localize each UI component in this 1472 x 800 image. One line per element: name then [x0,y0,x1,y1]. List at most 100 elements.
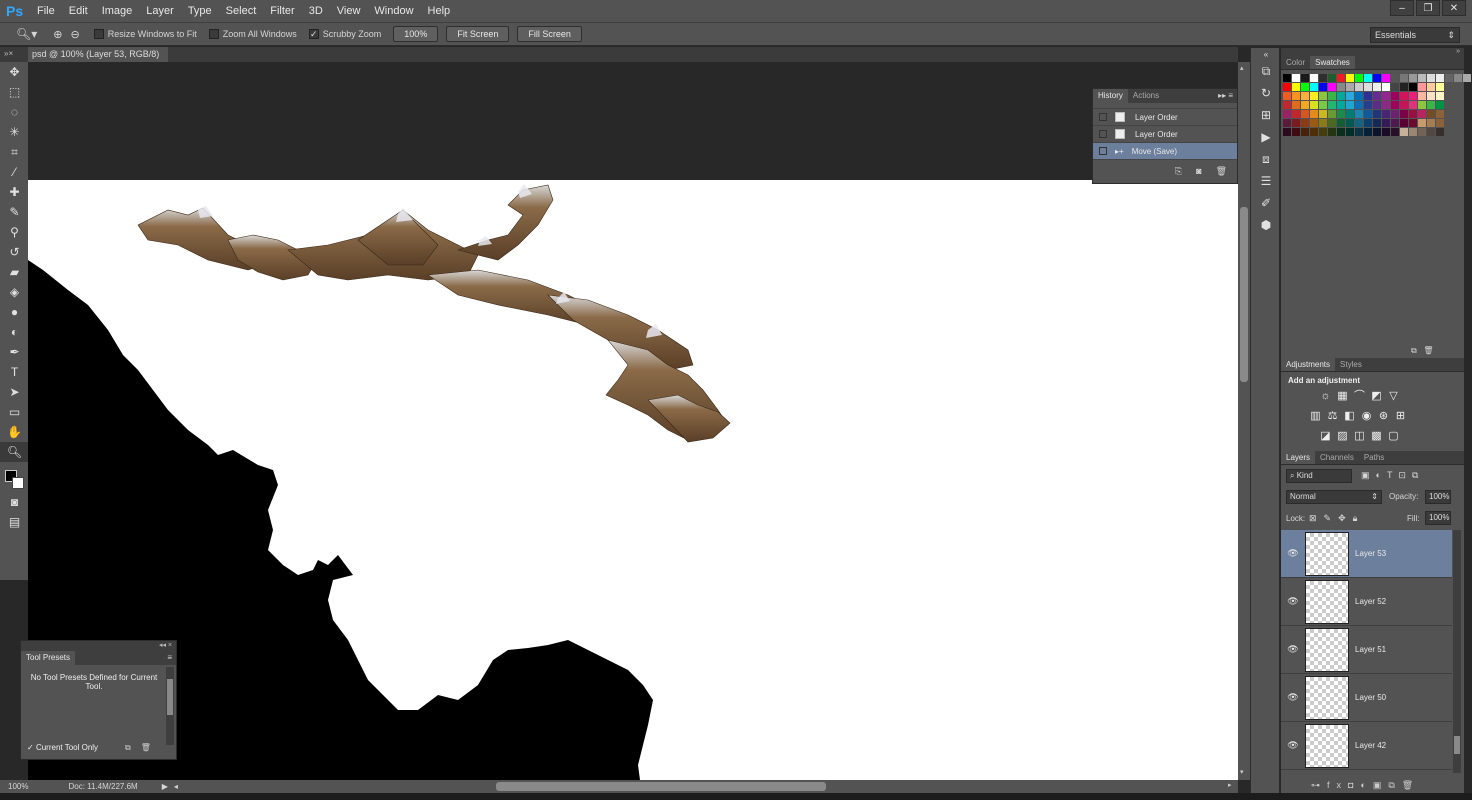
color-swatch[interactable] [1337,92,1345,100]
color-swatch[interactable] [1400,110,1408,118]
layer-filter-icons[interactable]: ▣◐T⊡⧉ [1361,470,1424,481]
tab-adjustments[interactable]: Adjustments [1281,358,1336,371]
layers-scroll-thumb[interactable] [1454,736,1460,754]
color-swatch[interactable] [1436,110,1444,118]
layer-row[interactable]: 👁︎ Layer 53 [1281,530,1452,578]
history-snapshot-checkbox[interactable] [1099,130,1107,138]
color-balance-icon[interactable]: ⚖ [1326,410,1339,423]
color-swatch[interactable] [1373,92,1381,100]
brush-tool-icon[interactable]: ✎ [0,202,29,222]
menu-layer[interactable]: Layer [139,5,181,17]
tab-channels[interactable]: Channels [1315,451,1359,464]
scrubby-zoom-option[interactable]: ✓ Scrubby Zoom [308,29,381,39]
new-document-from-state-icon[interactable]: ⎘ [1175,166,1182,177]
color-swatch[interactable] [1301,74,1309,82]
color-swatch[interactable] [1382,74,1390,82]
color-swatch[interactable] [1337,128,1345,136]
color-swatch[interactable] [1373,74,1381,82]
lock-icons[interactable]: ⊠✎✥🔒︎ [1309,513,1364,524]
document-canvas[interactable] [28,180,1238,780]
collapse-icon[interactable]: « [1251,48,1281,60]
zoom-all-option[interactable]: Zoom All Windows [208,29,297,39]
visibility-eye-icon[interactable]: 👁︎ [1281,596,1305,607]
exposure-icon[interactable]: ◩ [1370,390,1383,403]
color-swatch[interactable] [1409,101,1417,109]
move-tool-icon[interactable]: ✥ [0,62,29,82]
tab-tool-presets[interactable]: Tool Presets [21,651,76,665]
menu-3d[interactable]: 3D [302,5,330,17]
color-swatch[interactable] [1301,119,1309,127]
color-swatch[interactable] [1328,83,1336,91]
color-swatch[interactable] [1364,101,1372,109]
color-swatch[interactable] [1328,128,1336,136]
color-swatch[interactable] [1292,83,1300,91]
posterize-icon[interactable]: ▨ [1336,430,1349,443]
color-swatch[interactable] [1337,110,1345,118]
zoom-level[interactable]: 100% [8,782,28,791]
lasso-tool-icon[interactable]: ◌ [0,102,29,122]
tab-color[interactable]: Color [1281,56,1310,69]
color-swatch[interactable] [1310,119,1318,127]
color-swatch[interactable] [1409,83,1417,91]
color-swatch[interactable] [1283,119,1291,127]
fit-screen-button[interactable]: Fit Screen [446,26,510,42]
color-swatch[interactable] [1382,128,1390,136]
screen-mode-icon[interactable]: ▤ [0,512,29,532]
type-tool-icon[interactable]: T [0,362,29,382]
color-swatch[interactable] [1364,92,1372,100]
dodge-tool-icon[interactable]: ◐ [0,322,29,342]
snapshot-camera-icon[interactable]: ◙ [1196,166,1201,177]
color-swatch[interactable] [1328,110,1336,118]
color-swatch[interactable] [1391,128,1399,136]
history-panel-icon[interactable]: ⧉ [1251,60,1281,82]
color-swatch[interactable] [1382,119,1390,127]
current-tool-only-option[interactable]: ✓ Current Tool Only [27,743,98,752]
tab-layers[interactable]: Layers [1281,451,1316,464]
layer-row[interactable]: 👁︎ Layer 51 [1281,626,1452,674]
color-swatch[interactable] [1355,74,1363,82]
color-swatch[interactable] [1391,74,1399,82]
actions-panel-icon[interactable]: ▶ [1251,126,1281,148]
presets-collapse-icon[interactable]: ◂◂ × [21,641,176,651]
scroll-left-icon[interactable]: ◂ [174,782,178,791]
minimize-button[interactable]: – [1390,0,1414,16]
history-row[interactable]: ▸+ Move (Save) [1093,143,1237,160]
color-swatch[interactable] [1409,119,1417,127]
menu-select[interactable]: Select [219,5,264,17]
color-swatch[interactable] [1283,101,1291,109]
navigator-panel-icon[interactable]: ⊞ [1251,104,1281,126]
pen-tool-icon[interactable]: ✒ [0,342,29,362]
color-swatch[interactable] [1310,101,1318,109]
new-swatch-icon[interactable]: ⧉ 🗑︎ [1411,346,1434,356]
color-swatch[interactable] [1418,83,1426,91]
layer-filter-kind[interactable]: ⌕ Kind [1286,469,1352,483]
color-swatch[interactable] [1382,101,1390,109]
invert-icon[interactable]: ◪ [1319,430,1332,443]
presets-scrollbar[interactable] [166,667,174,745]
color-swatch[interactable] [1427,110,1435,118]
color-swatch[interactable] [1319,101,1327,109]
color-swatch[interactable] [1418,101,1426,109]
opacity-input[interactable]: 100% [1425,490,1451,504]
color-swatch[interactable] [1292,92,1300,100]
color-swatch[interactable] [1283,128,1291,136]
color-swatch[interactable] [1328,101,1336,109]
color-swatch[interactable] [1445,74,1453,82]
color-swatch[interactable] [1391,110,1399,118]
color-swatch[interactable] [1418,110,1426,118]
history-snapshot-checkbox[interactable] [1099,147,1107,155]
color-swatch[interactable] [1292,101,1300,109]
checkbox-check-icon[interactable]: ✓ [27,743,34,752]
color-swatch[interactable] [1301,92,1309,100]
visibility-eye-icon[interactable]: 👁︎ [1281,692,1305,703]
tab-swatches[interactable]: Swatches [1310,56,1355,69]
color-swatch[interactable] [1418,74,1426,82]
paint-bucket-tool-icon[interactable]: ◈ [0,282,29,302]
color-swatch[interactable] [1301,83,1309,91]
brush-presets-icon[interactable]: ✐ [1251,192,1281,214]
trash-icon[interactable]: 🗑︎ [1216,166,1227,177]
color-swatch[interactable] [1427,92,1435,100]
vertical-scroll-thumb[interactable] [1240,207,1248,382]
eraser-tool-icon[interactable]: ▰ [0,262,29,282]
color-swatch[interactable] [1337,83,1345,91]
